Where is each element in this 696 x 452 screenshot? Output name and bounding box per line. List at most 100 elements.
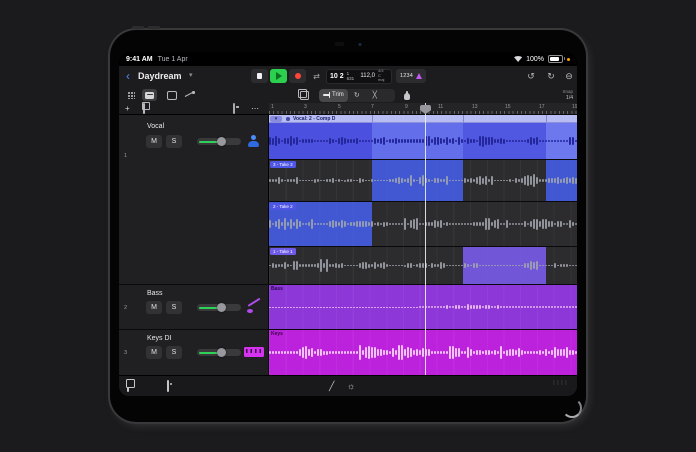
lcd-display[interactable]: 10 2 1 631 112,0 4/4 C maj: [326, 68, 392, 84]
view-tool-bar: Trim ↻ ╳ Snap 1/4: [119, 87, 577, 104]
logic-pro-app-window: 9:41 AM Tue 1 Apr 100% ‹ Daydream ▾ ⇄ 10…: [119, 52, 577, 396]
split-tool-button[interactable]: ╳: [366, 89, 384, 102]
tracks-view-button[interactable]: [142, 89, 157, 101]
solo-button[interactable]: S: [166, 346, 182, 359]
volume-slider[interactable]: [197, 137, 241, 146]
count-in-metronome-group[interactable]: 1234: [396, 69, 426, 83]
keys-region[interactable]: Keys: [269, 330, 577, 375]
take-label[interactable]: 3 - Take 3: [270, 161, 296, 168]
take-lane-3[interactable]: 3 - Take 3: [269, 160, 577, 202]
snap-control[interactable]: Snap 1/4: [562, 88, 573, 102]
count-in-button[interactable]: 1234: [400, 73, 413, 79]
play-button[interactable]: [270, 69, 287, 83]
battery-percent: 100%: [526, 55, 544, 63]
take3-waveform: [269, 160, 577, 201]
keys-region-label: Keys: [271, 331, 283, 337]
playhead-line[interactable]: [425, 103, 426, 375]
transport-toolbar: ‹ Daydream ▾ ⇄ 10 2 1 631 112,0 4/4 C ma…: [119, 66, 577, 88]
bass-region[interactable]: Bass: [269, 285, 577, 330]
lcd-sub-position: 1 631: [346, 71, 355, 81]
ruler-tick: 1: [271, 104, 274, 110]
mute-button[interactable]: M: [146, 301, 162, 314]
comp-disclosure-icon[interactable]: ▾: [270, 116, 282, 122]
clock-time: 9:41 AM: [126, 55, 153, 63]
bass-region-label: Bass: [271, 286, 283, 292]
ruler-tick: 5: [338, 104, 341, 110]
mic-indicator-dot: [567, 57, 570, 61]
rotate-tool-button[interactable]: ↻: [348, 89, 366, 102]
volume-slider[interactable]: [197, 348, 241, 357]
bezel-highlight: [562, 398, 582, 418]
trim-tool-button[interactable]: Trim: [319, 88, 348, 102]
arrange-area: + ⋯ 1 Vocal M S 2 Bass M S 3 Keys DI M S…: [119, 103, 577, 375]
pencil-tool-icon[interactable]: ╱: [329, 380, 334, 392]
track-header-keys[interactable]: 3 Keys DI M S: [119, 330, 269, 375]
cycle-icon: ⇄: [313, 71, 320, 81]
battery-icon: [548, 55, 565, 63]
mute-button[interactable]: M: [146, 346, 162, 359]
live-loops-icon: [166, 90, 177, 100]
project-title[interactable]: Daydream: [138, 71, 182, 81]
volume-slider[interactable]: [197, 303, 241, 312]
gesture-tool-button[interactable]: [399, 89, 414, 101]
snap-value: 1/4: [566, 95, 573, 101]
automation-button[interactable]: [182, 89, 197, 101]
cycle-button[interactable]: ⇄: [308, 69, 325, 83]
mute-button[interactable]: M: [146, 135, 162, 148]
settings-icon[interactable]: ☼: [347, 380, 355, 392]
bass-waveform: [269, 285, 577, 329]
redo-icon[interactable]: ↻: [545, 70, 557, 82]
project-menu-chevron-icon[interactable]: ▾: [189, 71, 193, 79]
track-number: 1: [124, 153, 128, 159]
ruler-tick: 9: [405, 104, 408, 110]
split-scissors-icon: ╳: [372, 92, 377, 99]
status-bar: 9:41 AM Tue 1 Apr 100%: [119, 52, 577, 66]
metronome-icon[interactable]: [416, 73, 423, 79]
desktop-background: 9:41 AM Tue 1 Apr 100% ‹ Daydream ▾ ⇄ 10…: [0, 0, 696, 452]
ruler-tick: 11: [438, 104, 444, 110]
comp-color-dot: [286, 117, 290, 121]
browser-icon[interactable]: [127, 380, 129, 392]
vocal-comp-region[interactable]: [269, 123, 577, 160]
volume-up-button: [132, 26, 144, 29]
solo-button[interactable]: S: [166, 301, 182, 314]
take2-waveform: [269, 202, 577, 246]
ruler-tick: 7: [371, 104, 374, 110]
undo-icon[interactable]: ↺: [525, 70, 537, 82]
add-track-icon[interactable]: +: [125, 104, 130, 114]
duplicate-track-icon[interactable]: [143, 103, 145, 114]
ipad-device: 9:41 AM Tue 1 Apr 100% ‹ Daydream ▾ ⇄ 10…: [110, 26, 586, 422]
track-name[interactable]: Vocal: [147, 123, 164, 130]
back-chevron-icon[interactable]: ‹: [126, 68, 130, 84]
record-icon: [294, 73, 301, 79]
track-header-bass[interactable]: 2 Bass M S: [119, 285, 269, 330]
sound-browser-grid-button[interactable]: [124, 89, 139, 101]
take-lane-2[interactable]: 2 - Take 2: [269, 202, 577, 247]
rotate-tool-icon: ↻: [353, 92, 360, 99]
front-camera: [334, 42, 362, 46]
comp-region-label: Vocal: 2 - Comp D: [293, 116, 336, 122]
automation-icon: [185, 91, 195, 99]
plugins-icon[interactable]: [167, 380, 169, 392]
record-button[interactable]: [289, 69, 306, 83]
track-name[interactable]: Bass: [147, 290, 163, 297]
live-loops-button[interactable]: [164, 89, 179, 101]
copy-icon: [298, 88, 309, 100]
vocalist-icon: [247, 135, 260, 147]
more-options-icon[interactable]: ⋯: [251, 104, 259, 114]
keys-waveform: [269, 330, 577, 375]
take-lane-1[interactable]: 1 - Take 1: [269, 247, 577, 285]
take-label[interactable]: 1 - Take 1: [270, 248, 296, 255]
clock-date: Tue 1 Apr: [157, 55, 188, 63]
take1-waveform: [269, 247, 577, 284]
collapse-circle-icon[interactable]: ⊖: [563, 70, 575, 82]
track-header-vocal[interactable]: 1 Vocal M S: [119, 115, 269, 285]
tool-segmented-control: Trim ↻ ╳: [319, 88, 395, 102]
copy-button[interactable]: [297, 88, 312, 101]
track-height-icon[interactable]: [233, 103, 235, 114]
track-name[interactable]: Keys DI: [147, 335, 172, 342]
solo-button[interactable]: S: [166, 135, 182, 148]
comp-region-header[interactable]: ▾ Vocal: 2 - Comp D: [269, 115, 577, 123]
take-label[interactable]: 2 - Take 2: [270, 203, 296, 210]
stop-button[interactable]: [251, 69, 268, 83]
